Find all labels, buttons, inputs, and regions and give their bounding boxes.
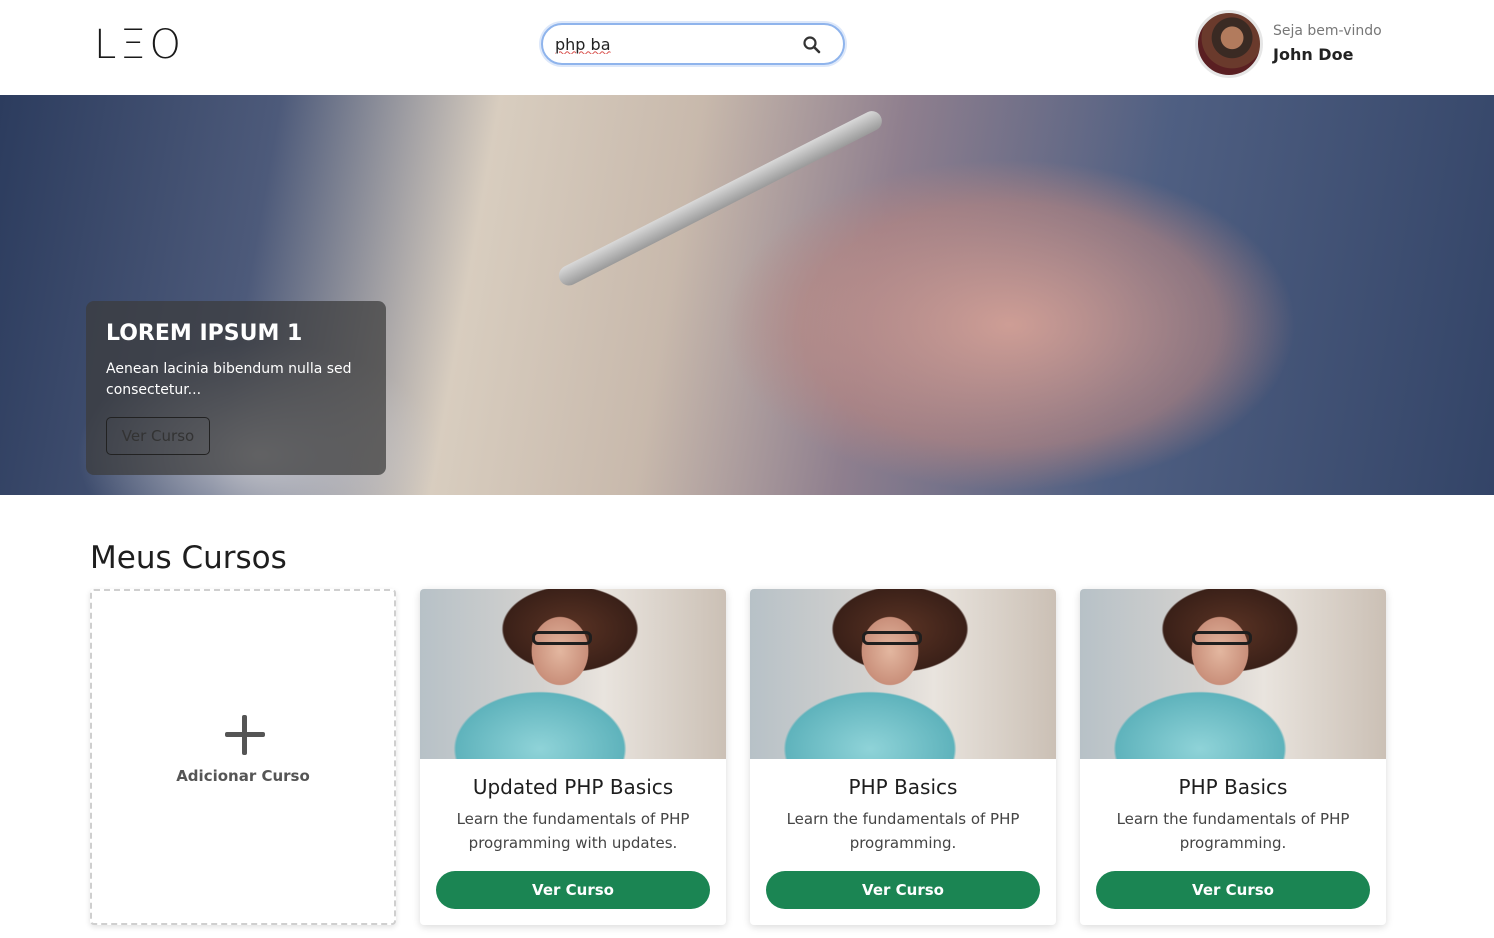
course-card: Updated PHP Basics Learn the fundamental… (420, 589, 726, 925)
plus-icon (225, 715, 265, 755)
course-description: Learn the fundamentals of PHP programmin… (456, 810, 690, 852)
search-icon[interactable] (803, 36, 821, 54)
view-course-button[interactable]: Ver Curso (436, 871, 710, 909)
top-header: LΞO Seja bem-vindo John Doe (0, 0, 1494, 95)
welcome-text: Seja bem-vindo (1273, 23, 1382, 39)
course-image (420, 589, 726, 759)
add-course-card[interactable]: Adicionar Curso (90, 589, 396, 925)
course-title: PHP Basics (848, 775, 958, 799)
section-title: Meus Cursos (90, 540, 287, 576)
view-course-button[interactable]: Ver Curso (766, 871, 1040, 909)
course-title: PHP Basics (1178, 775, 1288, 799)
hero-description: Aenean lacinia bibendum nulla sed consec… (106, 361, 352, 398)
course-image (750, 589, 1056, 759)
hero-title: LOREM IPSUM 1 (106, 321, 303, 346)
hero-view-course-button[interactable]: Ver Curso (106, 417, 210, 455)
search-input[interactable] (555, 31, 795, 57)
course-description: Learn the fundamentals of PHP programmin… (786, 810, 1020, 852)
course-description: Learn the fundamentals of PHP programmin… (1116, 810, 1350, 852)
view-course-button[interactable]: Ver Curso (1096, 871, 1370, 909)
search-box[interactable] (541, 23, 845, 65)
hero-image-pen (555, 107, 886, 289)
logo[interactable]: LΞO (94, 22, 185, 68)
avatar[interactable] (1195, 10, 1263, 78)
hero-card: LOREM IPSUM 1 Aenean lacinia bibendum nu… (86, 301, 386, 475)
add-course-label: Adicionar Curso (176, 767, 310, 785)
hero-banner: LOREM IPSUM 1 Aenean lacinia bibendum nu… (0, 95, 1494, 495)
course-image (1080, 589, 1386, 759)
course-card: PHP Basics Learn the fundamentals of PHP… (750, 589, 1056, 925)
course-title: Updated PHP Basics (472, 775, 674, 799)
user-profile[interactable]: Seja bem-vindo John Doe (1195, 8, 1475, 80)
course-card: PHP Basics Learn the fundamentals of PHP… (1080, 589, 1386, 925)
user-name: John Doe (1273, 45, 1354, 64)
